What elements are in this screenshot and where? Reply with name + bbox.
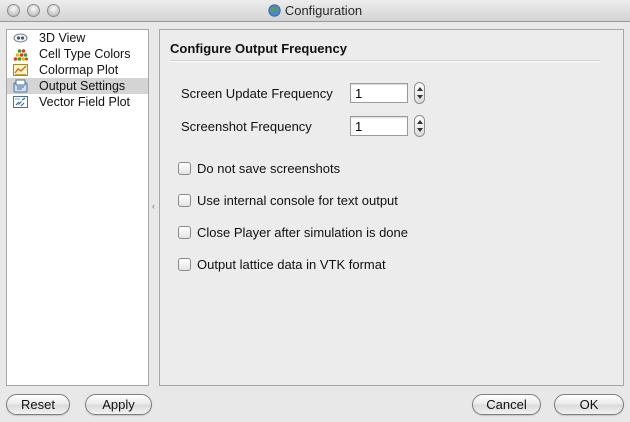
title-divider — [170, 60, 600, 62]
do-not-save-screenshots-checkbox[interactable] — [178, 162, 191, 175]
do-not-save-screenshots-label[interactable]: Do not save screenshots — [197, 161, 340, 177]
splitter-grip-icon: ‹ — [152, 201, 155, 211]
color-dots-icon — [13, 49, 28, 61]
configuration-dialog: Configuration 3D View Cell Type Colors C… — [0, 0, 630, 422]
cancel-button[interactable]: Cancel — [472, 394, 541, 415]
globe-icon — [268, 4, 281, 17]
sidebar-item-output-settings[interactable]: Output Settings — [7, 78, 148, 94]
ok-button[interactable]: OK — [554, 394, 624, 415]
colormap-icon — [13, 64, 28, 76]
screenshot-frequency-label: Screenshot Frequency — [181, 119, 312, 134]
sidebar-item-label: 3D View — [39, 31, 86, 45]
output-settings-panel: Configure Output Frequency Screen Update… — [159, 29, 624, 386]
use-internal-console-label[interactable]: Use internal console for text output — [197, 193, 398, 209]
stepper-up-arrow-icon[interactable] — [417, 87, 423, 91]
title-bar[interactable]: Configuration — [0, 0, 630, 22]
screenshot-frequency-stepper[interactable] — [414, 115, 425, 137]
sidebar-item-label: Cell Type Colors — [39, 47, 131, 61]
window-title: Configuration — [284, 3, 363, 18]
screenshot-frequency-input[interactable] — [350, 116, 408, 136]
screen-update-frequency-stepper[interactable] — [414, 82, 425, 104]
title-container: Configuration — [0, 3, 630, 18]
stepper-down-arrow-icon[interactable] — [417, 128, 423, 132]
eye-icon — [13, 33, 28, 43]
sidebar-item-label: Vector Field Plot — [39, 95, 131, 109]
screen-update-frequency-label: Screen Update Frequency — [181, 86, 333, 101]
vector-field-icon — [13, 96, 28, 108]
panel-title: Configure Output Frequency — [170, 41, 347, 56]
output-settings-icon — [13, 79, 28, 93]
sidebar-item-vector-field-plot[interactable]: Vector Field Plot — [7, 94, 148, 110]
stepper-up-arrow-icon[interactable] — [417, 120, 423, 124]
sidebar-item-label: Colormap Plot — [39, 63, 119, 77]
sidebar-item-label: Output Settings — [39, 79, 126, 93]
reset-button[interactable]: Reset — [6, 394, 70, 415]
stepper-down-arrow-icon[interactable] — [417, 95, 423, 99]
screen-update-frequency-input[interactable] — [350, 83, 408, 103]
close-player-label[interactable]: Close Player after simulation is done — [197, 225, 408, 241]
sidebar-item-colormap-plot[interactable]: Colormap Plot — [7, 62, 148, 78]
use-internal-console-checkbox[interactable] — [178, 194, 191, 207]
panel-splitter-handle[interactable]: ‹ — [149, 29, 159, 386]
sidebar-item-cell-type-colors[interactable]: Cell Type Colors — [7, 46, 148, 62]
settings-category-list[interactable]: 3D View Cell Type Colors Colormap Plot O… — [6, 29, 149, 386]
sidebar-item-3d-view[interactable]: 3D View — [7, 30, 148, 46]
output-vtk-label[interactable]: Output lattice data in VTK format — [197, 257, 386, 273]
output-vtk-checkbox[interactable] — [178, 258, 191, 271]
close-player-checkbox[interactable] — [178, 226, 191, 239]
apply-button[interactable]: Apply — [85, 394, 152, 415]
